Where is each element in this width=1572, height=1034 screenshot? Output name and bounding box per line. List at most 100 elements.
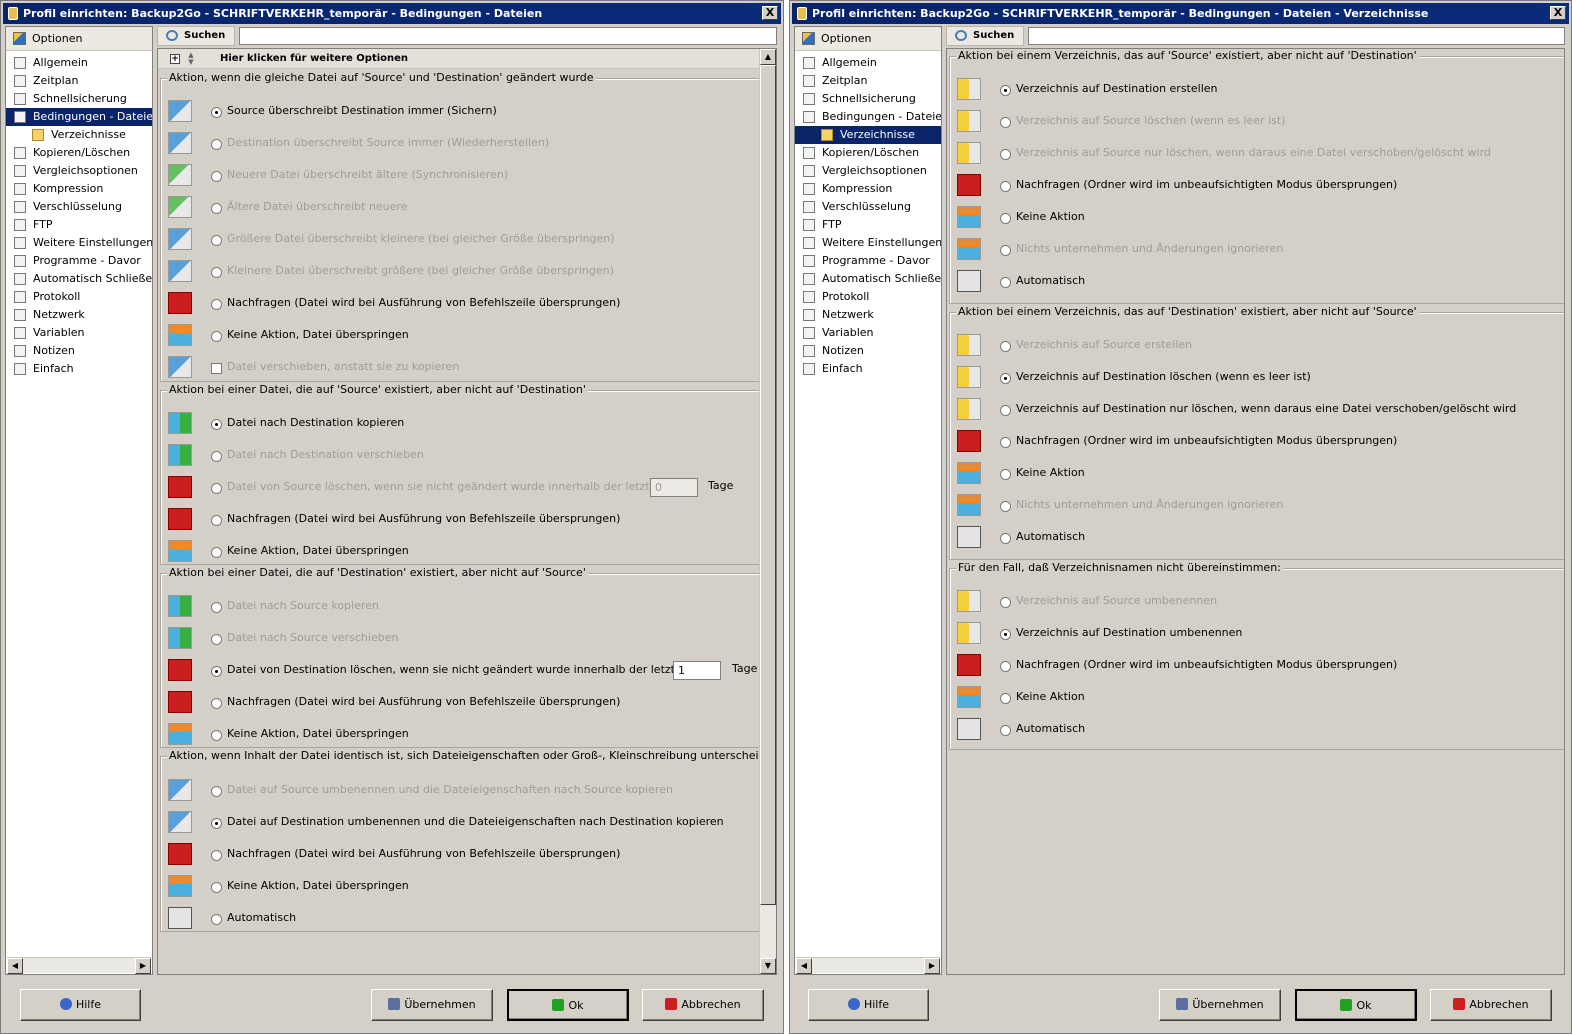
option-row[interactable]: Keine Aktion, Datei überspringen: [161, 320, 759, 352]
sidebar-item-programme-davor[interactable]: Programme - Davor: [795, 252, 941, 270]
radio[interactable]: [211, 914, 222, 925]
sidebar-item-notizen[interactable]: Notizen: [795, 342, 941, 360]
sidebar-item-protokoll[interactable]: Protokoll: [795, 288, 941, 306]
option-row[interactable]: Verzeichnis auf Source löschen (wenn es …: [950, 106, 1564, 138]
more-options-bar[interactable]: + ▲ ▼ Hier klicken für weitere Optionen: [158, 49, 776, 69]
option-row[interactable]: Datei auf Destination umbenennen und die…: [161, 807, 759, 839]
help-button[interactable]: Hilfe: [808, 989, 929, 1021]
option-row[interactable]: Nichts unternehmen und Änderungen ignori…: [950, 490, 1564, 522]
radio-selected[interactable]: [211, 107, 222, 118]
option-row[interactable]: Automatisch: [950, 266, 1564, 298]
sidebar-item-vergleichsoptionen[interactable]: Vergleichsoptionen: [6, 162, 152, 180]
option-row[interactable]: Keine Aktion, Datei überspringen: [161, 871, 759, 903]
sidebar-item-automatisch-schliessen[interactable]: Automatisch Schließen: [795, 270, 941, 288]
sidebar-horizontal-scrollbar[interactable]: ◀ ▶: [796, 957, 940, 974]
help-button[interactable]: Hilfe: [20, 989, 141, 1021]
radio-selected[interactable]: [211, 666, 222, 677]
scroll-right-icon[interactable]: ▶: [924, 958, 940, 974]
sidebar-item-verzeichnisse[interactable]: Verzeichnisse: [6, 126, 152, 144]
sidebar-item-bedingungen-dateien[interactable]: Bedingungen - Dateien: [6, 108, 152, 126]
sidebar-item-weitere-einstellungen[interactable]: Weitere Einstellungen: [795, 234, 941, 252]
option-row[interactable]: Nichts unternehmen und Änderungen ignori…: [950, 234, 1564, 266]
option-row[interactable]: Verzeichnis auf Destination löschen (wen…: [950, 362, 1564, 394]
radio[interactable]: [211, 730, 222, 741]
option-row[interactable]: Datei von Destination löschen, wenn sie …: [161, 655, 759, 687]
radio[interactable]: [211, 331, 222, 342]
sidebar-item-netzwerk[interactable]: Netzwerk: [6, 306, 152, 324]
search-button[interactable]: Suchen: [157, 26, 235, 46]
radio[interactable]: [211, 547, 222, 558]
sidebar-item-variablen[interactable]: Variablen: [795, 324, 941, 342]
sidebar-item-schnellsicherung[interactable]: Schnellsicherung: [795, 90, 941, 108]
radio[interactable]: [1000, 725, 1011, 736]
radio[interactable]: [1000, 277, 1011, 288]
sidebar-item-bedingungen-dateien[interactable]: Bedingungen - Dateien: [795, 108, 941, 126]
sidebar-item-automatisch-schliessen[interactable]: Automatisch Schließen: [6, 270, 152, 288]
option-row[interactable]: Nachfragen (Datei wird bei Ausführung vo…: [161, 504, 759, 536]
sidebar-horizontal-scrollbar[interactable]: ◀ ▶: [7, 957, 151, 974]
option-row[interactable]: Keine Aktion: [950, 682, 1564, 714]
option-row[interactable]: Automatisch: [161, 903, 759, 935]
option-row[interactable]: Datei verschieben, anstatt sie zu kopier…: [161, 352, 759, 384]
sidebar-item-verzeichnisse[interactable]: Verzeichnisse: [795, 126, 941, 144]
scroll-left-icon[interactable]: ◀: [7, 958, 23, 974]
sidebar-item-protokoll[interactable]: Protokoll: [6, 288, 152, 306]
option-row[interactable]: Datei nach Source verschieben: [161, 623, 759, 655]
scroll-right-icon[interactable]: ▶: [135, 958, 151, 974]
sidebar-item-variablen[interactable]: Variablen: [6, 324, 152, 342]
option-row[interactable]: Datei nach Destination verschieben: [161, 440, 759, 472]
sidebar-item-programme-davor[interactable]: Programme - Davor: [6, 252, 152, 270]
sidebar-item-allgemein[interactable]: Allgemein: [6, 54, 152, 72]
expand-icon[interactable]: +: [170, 54, 180, 64]
sidebar-item-kopieren-loeschen[interactable]: Kopieren/Löschen: [795, 144, 941, 162]
option-row[interactable]: Verzeichnis auf Source erstellen: [950, 330, 1564, 362]
radio[interactable]: [211, 882, 222, 893]
option-row[interactable]: Automatisch: [950, 714, 1564, 746]
scroll-left-icon[interactable]: ◀: [796, 958, 812, 974]
close-button[interactable]: X: [1550, 6, 1566, 20]
ok-button[interactable]: Ok: [507, 989, 629, 1021]
radio[interactable]: [211, 698, 222, 709]
option-row[interactable]: Nachfragen (Ordner wird im unbeaufsichti…: [950, 170, 1564, 202]
radio[interactable]: [211, 850, 222, 861]
sidebar-item-kompression[interactable]: Kompression: [6, 180, 152, 198]
sidebar-item-ftp[interactable]: FTP: [6, 216, 152, 234]
days-field-destination[interactable]: 1: [673, 661, 721, 680]
option-row[interactable]: Automatisch: [950, 522, 1564, 554]
sidebar-item-einfach[interactable]: Einfach: [795, 360, 941, 378]
option-row[interactable]: Datei nach Destination kopieren: [161, 408, 759, 440]
sidebar-item-notizen[interactable]: Notizen: [6, 342, 152, 360]
scroll-thumb[interactable]: [760, 65, 776, 905]
radio[interactable]: [1000, 405, 1011, 416]
sidebar-item-ftp[interactable]: FTP: [795, 216, 941, 234]
radio-selected[interactable]: [1000, 373, 1011, 384]
radio[interactable]: [1000, 469, 1011, 480]
option-row[interactable]: Verzeichnis auf Source umbenennen: [950, 586, 1564, 618]
scroll-up-icon[interactable]: ▲: [760, 49, 776, 65]
radio[interactable]: [1000, 693, 1011, 704]
close-button[interactable]: X: [762, 6, 778, 20]
cancel-button[interactable]: Abbrechen: [642, 989, 764, 1021]
sidebar-item-weitere-einstellungen[interactable]: Weitere Einstellungen: [6, 234, 152, 252]
radio[interactable]: [1000, 437, 1011, 448]
sidebar-item-zeitplan[interactable]: Zeitplan: [795, 72, 941, 90]
sidebar-item-kopieren-loeschen[interactable]: Kopieren/Löschen: [6, 144, 152, 162]
option-row[interactable]: Datei von Source löschen, wenn sie nicht…: [161, 472, 759, 504]
scroll-down-icon[interactable]: ▼: [760, 958, 776, 974]
radio-selected[interactable]: [1000, 85, 1011, 96]
sidebar-item-kompression[interactable]: Kompression: [795, 180, 941, 198]
option-row[interactable]: Nachfragen (Datei wird bei Ausführung vo…: [161, 288, 759, 320]
ok-button[interactable]: Ok: [1295, 989, 1417, 1021]
option-row[interactable]: Nachfragen (Ordner wird im unbeaufsichti…: [950, 650, 1564, 682]
option-row[interactable]: Nachfragen (Datei wird bei Ausführung vo…: [161, 687, 759, 719]
option-row[interactable]: Destination überschreibt Source immer (W…: [161, 128, 759, 160]
sidebar-item-einfach[interactable]: Einfach: [6, 360, 152, 378]
sidebar-item-vergleichsoptionen[interactable]: Vergleichsoptionen: [795, 162, 941, 180]
content-vertical-scrollbar[interactable]: ▲ ▼: [759, 49, 776, 974]
option-row[interactable]: Nachfragen (Datei wird bei Ausführung vo…: [161, 839, 759, 871]
option-row[interactable]: Keine Aktion: [950, 202, 1564, 234]
option-row[interactable]: Ältere Datei überschreibt neuere: [161, 192, 759, 224]
radio[interactable]: [1000, 181, 1011, 192]
sidebar-item-zeitplan[interactable]: Zeitplan: [6, 72, 152, 90]
radio[interactable]: [1000, 213, 1011, 224]
